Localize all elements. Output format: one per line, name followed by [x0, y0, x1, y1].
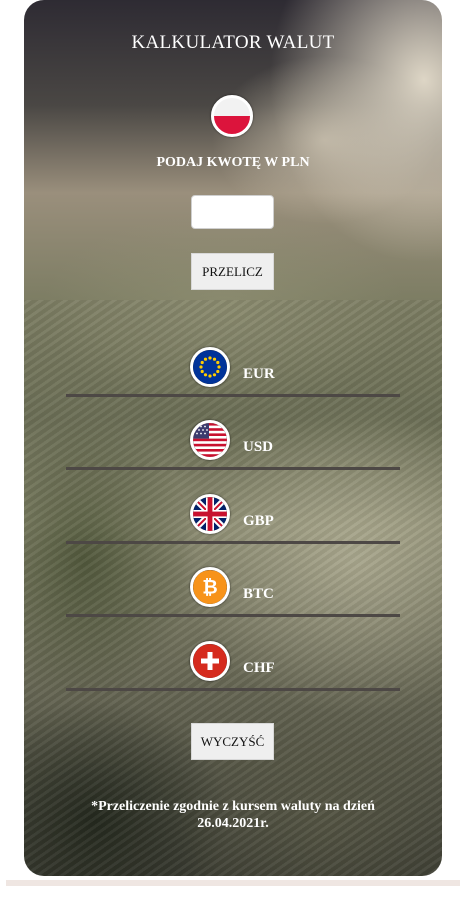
swiss-flag-icon — [190, 641, 230, 681]
currency-code-btc: BTC — [243, 586, 274, 602]
bitcoin-icon: ₿ — [190, 567, 230, 607]
eu-flag-icon — [190, 347, 230, 387]
bottom-strip — [6, 880, 460, 886]
exchange-rate-note: *Przeliczenie zgodnie z kursem waluty na… — [91, 799, 375, 831]
uk-flag-icon — [190, 494, 230, 534]
currency-separator — [66, 467, 400, 470]
currency-code-eur: EUR — [243, 366, 275, 382]
us-flag-icon — [190, 420, 230, 460]
currency-row-usd: USD — [66, 420, 400, 470]
svg-text:₿: ₿ — [202, 577, 217, 599]
currency-code-chf: CHF — [243, 660, 275, 676]
currency-separator — [66, 688, 400, 691]
poland-flag-icon — [211, 95, 253, 137]
currency-row-eur: EUR — [66, 347, 400, 397]
page-title: KALKULATOR WALUT — [131, 32, 335, 53]
currency-separator — [66, 614, 400, 617]
currency-row-gbp: GBP — [66, 494, 400, 544]
currency-separator — [66, 394, 400, 397]
currency-separator — [66, 541, 400, 544]
clear-button[interactable]: WYCZYŚĆ — [191, 723, 274, 760]
calculator-card: KALKULATOR WALUT PODAJ KWOTĘ W PLN PRZEL… — [24, 0, 442, 876]
currency-code-usd: USD — [243, 439, 274, 455]
convert-button[interactable]: PRZELICZ — [191, 253, 274, 290]
currency-row-btc: ₿ BTC — [66, 567, 400, 617]
currency-code-gbp: GBP — [243, 513, 274, 529]
amount-input[interactable] — [191, 195, 274, 229]
amount-prompt: PODAJ KWOTĘ W PLN — [156, 155, 310, 170]
currency-row-chf: CHF — [66, 641, 400, 691]
